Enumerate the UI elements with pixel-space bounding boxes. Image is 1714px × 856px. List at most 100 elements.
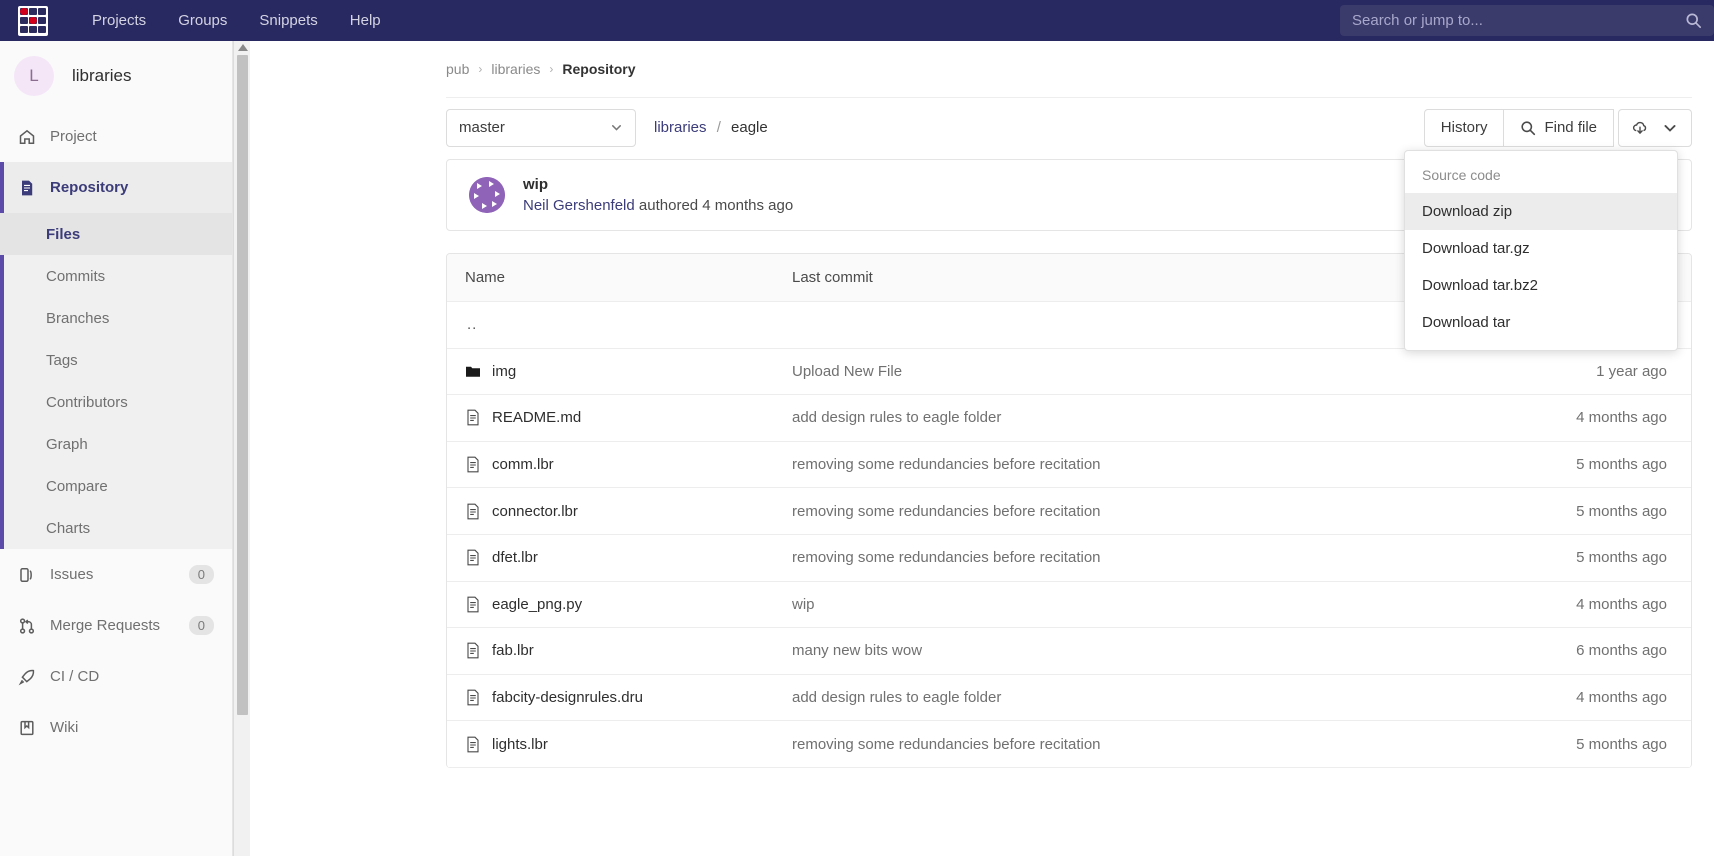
repository-toolbar: master libraries / eagle History Find fi…: [446, 97, 1692, 157]
global-search[interactable]: [1340, 5, 1714, 36]
table-row[interactable]: connector.lbr removing some redundancies…: [447, 488, 1691, 535]
file-name[interactable]: fabcity-designrules.dru: [492, 689, 643, 706]
file-name[interactable]: img: [492, 363, 516, 380]
file-commit-message[interactable]: removing some redundancies before recita…: [792, 736, 1101, 753]
gitlab-grid-logo[interactable]: [18, 6, 48, 36]
sidebar-project-header[interactable]: L libraries: [0, 41, 232, 111]
breadcrumb-separator-icon: ›: [478, 62, 482, 76]
nav-link-help[interactable]: Help: [334, 0, 397, 41]
breadcrumb-separator-icon: ›: [549, 62, 553, 76]
file-commit-message[interactable]: removing some redundancies before recita…: [792, 549, 1101, 566]
project-avatar: L: [14, 56, 54, 96]
file-commit-message[interactable]: many new bits wow: [792, 642, 922, 659]
file-name[interactable]: fab.lbr: [492, 642, 534, 659]
table-row[interactable]: comm.lbr removing some redundancies befo…: [447, 442, 1691, 489]
sidebar: L libraries Project Repository Files Com…: [0, 41, 233, 856]
file-commit-message[interactable]: add design rules to eagle folder: [792, 689, 1001, 706]
file-name[interactable]: dfet.lbr: [492, 549, 538, 566]
file-icon: [465, 736, 481, 753]
file-name[interactable]: eagle_png.py: [492, 596, 582, 613]
file-commit-message[interactable]: removing some redundancies before recita…: [792, 503, 1101, 520]
nav-link-groups[interactable]: Groups: [162, 0, 243, 41]
file-name[interactable]: connector.lbr: [492, 503, 578, 520]
file-commit-time: 5 months ago: [1491, 549, 1691, 566]
repository-subnav: Files Commits Branches Tags Contributors…: [0, 213, 232, 549]
sidebar-item-project[interactable]: Project: [0, 111, 232, 162]
document-icon: [18, 179, 36, 197]
search-icon: [1685, 12, 1702, 29]
sidebar-item-merge-requests[interactable]: Merge Requests 0: [0, 600, 232, 651]
search-input[interactable]: [1352, 12, 1685, 29]
download-cloud-icon: [1632, 120, 1648, 136]
table-row[interactable]: dfet.lbr removing some redundancies befo…: [447, 535, 1691, 582]
sidebar-item-label: CI / CD: [50, 668, 99, 685]
breadcrumb-item-pub[interactable]: pub: [446, 61, 469, 77]
sidebar-item-graph[interactable]: Graph: [0, 423, 232, 465]
sidebar-item-issues[interactable]: Issues 0: [0, 549, 232, 600]
file-icon: [465, 503, 481, 520]
commit-author[interactable]: Neil Gershenfeld: [523, 197, 635, 214]
download-button[interactable]: [1618, 109, 1692, 147]
nav-link-snippets[interactable]: Snippets: [243, 0, 333, 41]
column-header-last-commit: Last commit: [792, 269, 1491, 286]
file-name[interactable]: comm.lbr: [492, 456, 554, 473]
parent-directory-label[interactable]: ..: [465, 316, 477, 333]
sidebar-item-contributors[interactable]: Contributors: [0, 381, 232, 423]
file-commit-message[interactable]: add design rules to eagle folder: [792, 409, 1001, 426]
sidebar-item-files[interactable]: Files: [0, 213, 232, 255]
scroll-up-arrow-icon[interactable]: [238, 44, 248, 51]
file-icon: [465, 456, 481, 473]
top-navbar: Projects Groups Snippets Help: [0, 0, 1714, 41]
commit-message[interactable]: wip: [523, 176, 793, 193]
table-row[interactable]: README.md add design rules to eagle fold…: [447, 395, 1691, 442]
file-commit-time: 1 year ago: [1491, 363, 1691, 380]
file-icon: [465, 409, 481, 426]
sidebar-item-commits[interactable]: Commits: [0, 255, 232, 297]
file-icon: [465, 689, 481, 706]
file-commit-time: 4 months ago: [1491, 689, 1691, 706]
sidebar-item-charts[interactable]: Charts: [0, 507, 232, 549]
download-tarbz2-item[interactable]: Download tar.bz2: [1405, 267, 1677, 304]
scrollbar-thumb[interactable]: [237, 55, 248, 715]
sidebar-item-compare[interactable]: Compare: [0, 465, 232, 507]
branch-selector[interactable]: master: [446, 109, 636, 147]
sidebar-item-wiki[interactable]: Wiki: [0, 702, 232, 753]
toolbar-actions: History Find file: [1424, 109, 1692, 147]
file-name[interactable]: lights.lbr: [492, 736, 548, 753]
content-inner: master libraries / eagle History Find fi…: [251, 97, 1714, 768]
sidebar-item-ci-cd[interactable]: CI / CD: [0, 651, 232, 702]
download-zip-item[interactable]: Download zip: [1405, 193, 1677, 230]
file-commit-message[interactable]: Upload New File: [792, 363, 902, 380]
table-row[interactable]: lights.lbr removing some redundancies be…: [447, 721, 1691, 768]
nav-link-projects[interactable]: Projects: [76, 0, 162, 41]
sidebar-item-label: Merge Requests: [50, 617, 160, 634]
commit-action: authored: [639, 197, 698, 214]
file-commit-time: 5 months ago: [1491, 736, 1691, 753]
identicon-avatar: [469, 177, 505, 213]
table-row[interactable]: fabcity-designrules.dru add design rules…: [447, 675, 1691, 722]
download-dropdown-menu: Source code Download zip Download tar.gz…: [1404, 150, 1678, 351]
table-row[interactable]: eagle_png.py wip 4 months ago: [447, 582, 1691, 629]
breadcrumb-item-libraries[interactable]: libraries: [491, 61, 540, 77]
file-commit-message[interactable]: removing some redundancies before recita…: [792, 456, 1101, 473]
file-icon: [465, 596, 481, 613]
sidebar-item-label: Issues: [50, 566, 93, 583]
file-name[interactable]: README.md: [492, 409, 581, 426]
navbar-links: Projects Groups Snippets Help: [76, 0, 397, 41]
download-tar-item[interactable]: Download tar: [1405, 304, 1677, 341]
sidebar-scrollbar[interactable]: [233, 41, 250, 856]
find-file-button[interactable]: Find file: [1504, 109, 1614, 147]
file-commit-message[interactable]: wip: [792, 596, 815, 613]
sidebar-item-repository[interactable]: Repository: [0, 162, 232, 213]
sidebar-item-branches[interactable]: Branches: [0, 297, 232, 339]
history-button[interactable]: History: [1424, 109, 1505, 147]
search-icon: [1520, 120, 1536, 136]
chevron-down-icon: [610, 121, 623, 134]
file-path-breadcrumb: libraries / eagle: [654, 119, 768, 136]
sidebar-item-tags[interactable]: Tags: [0, 339, 232, 381]
sidebar-item-label: Project: [50, 128, 97, 145]
path-root-link[interactable]: libraries: [654, 119, 707, 136]
table-row[interactable]: img Upload New File 1 year ago: [447, 349, 1691, 396]
download-targz-item[interactable]: Download tar.gz: [1405, 230, 1677, 267]
table-row[interactable]: fab.lbr many new bits wow 6 months ago: [447, 628, 1691, 675]
